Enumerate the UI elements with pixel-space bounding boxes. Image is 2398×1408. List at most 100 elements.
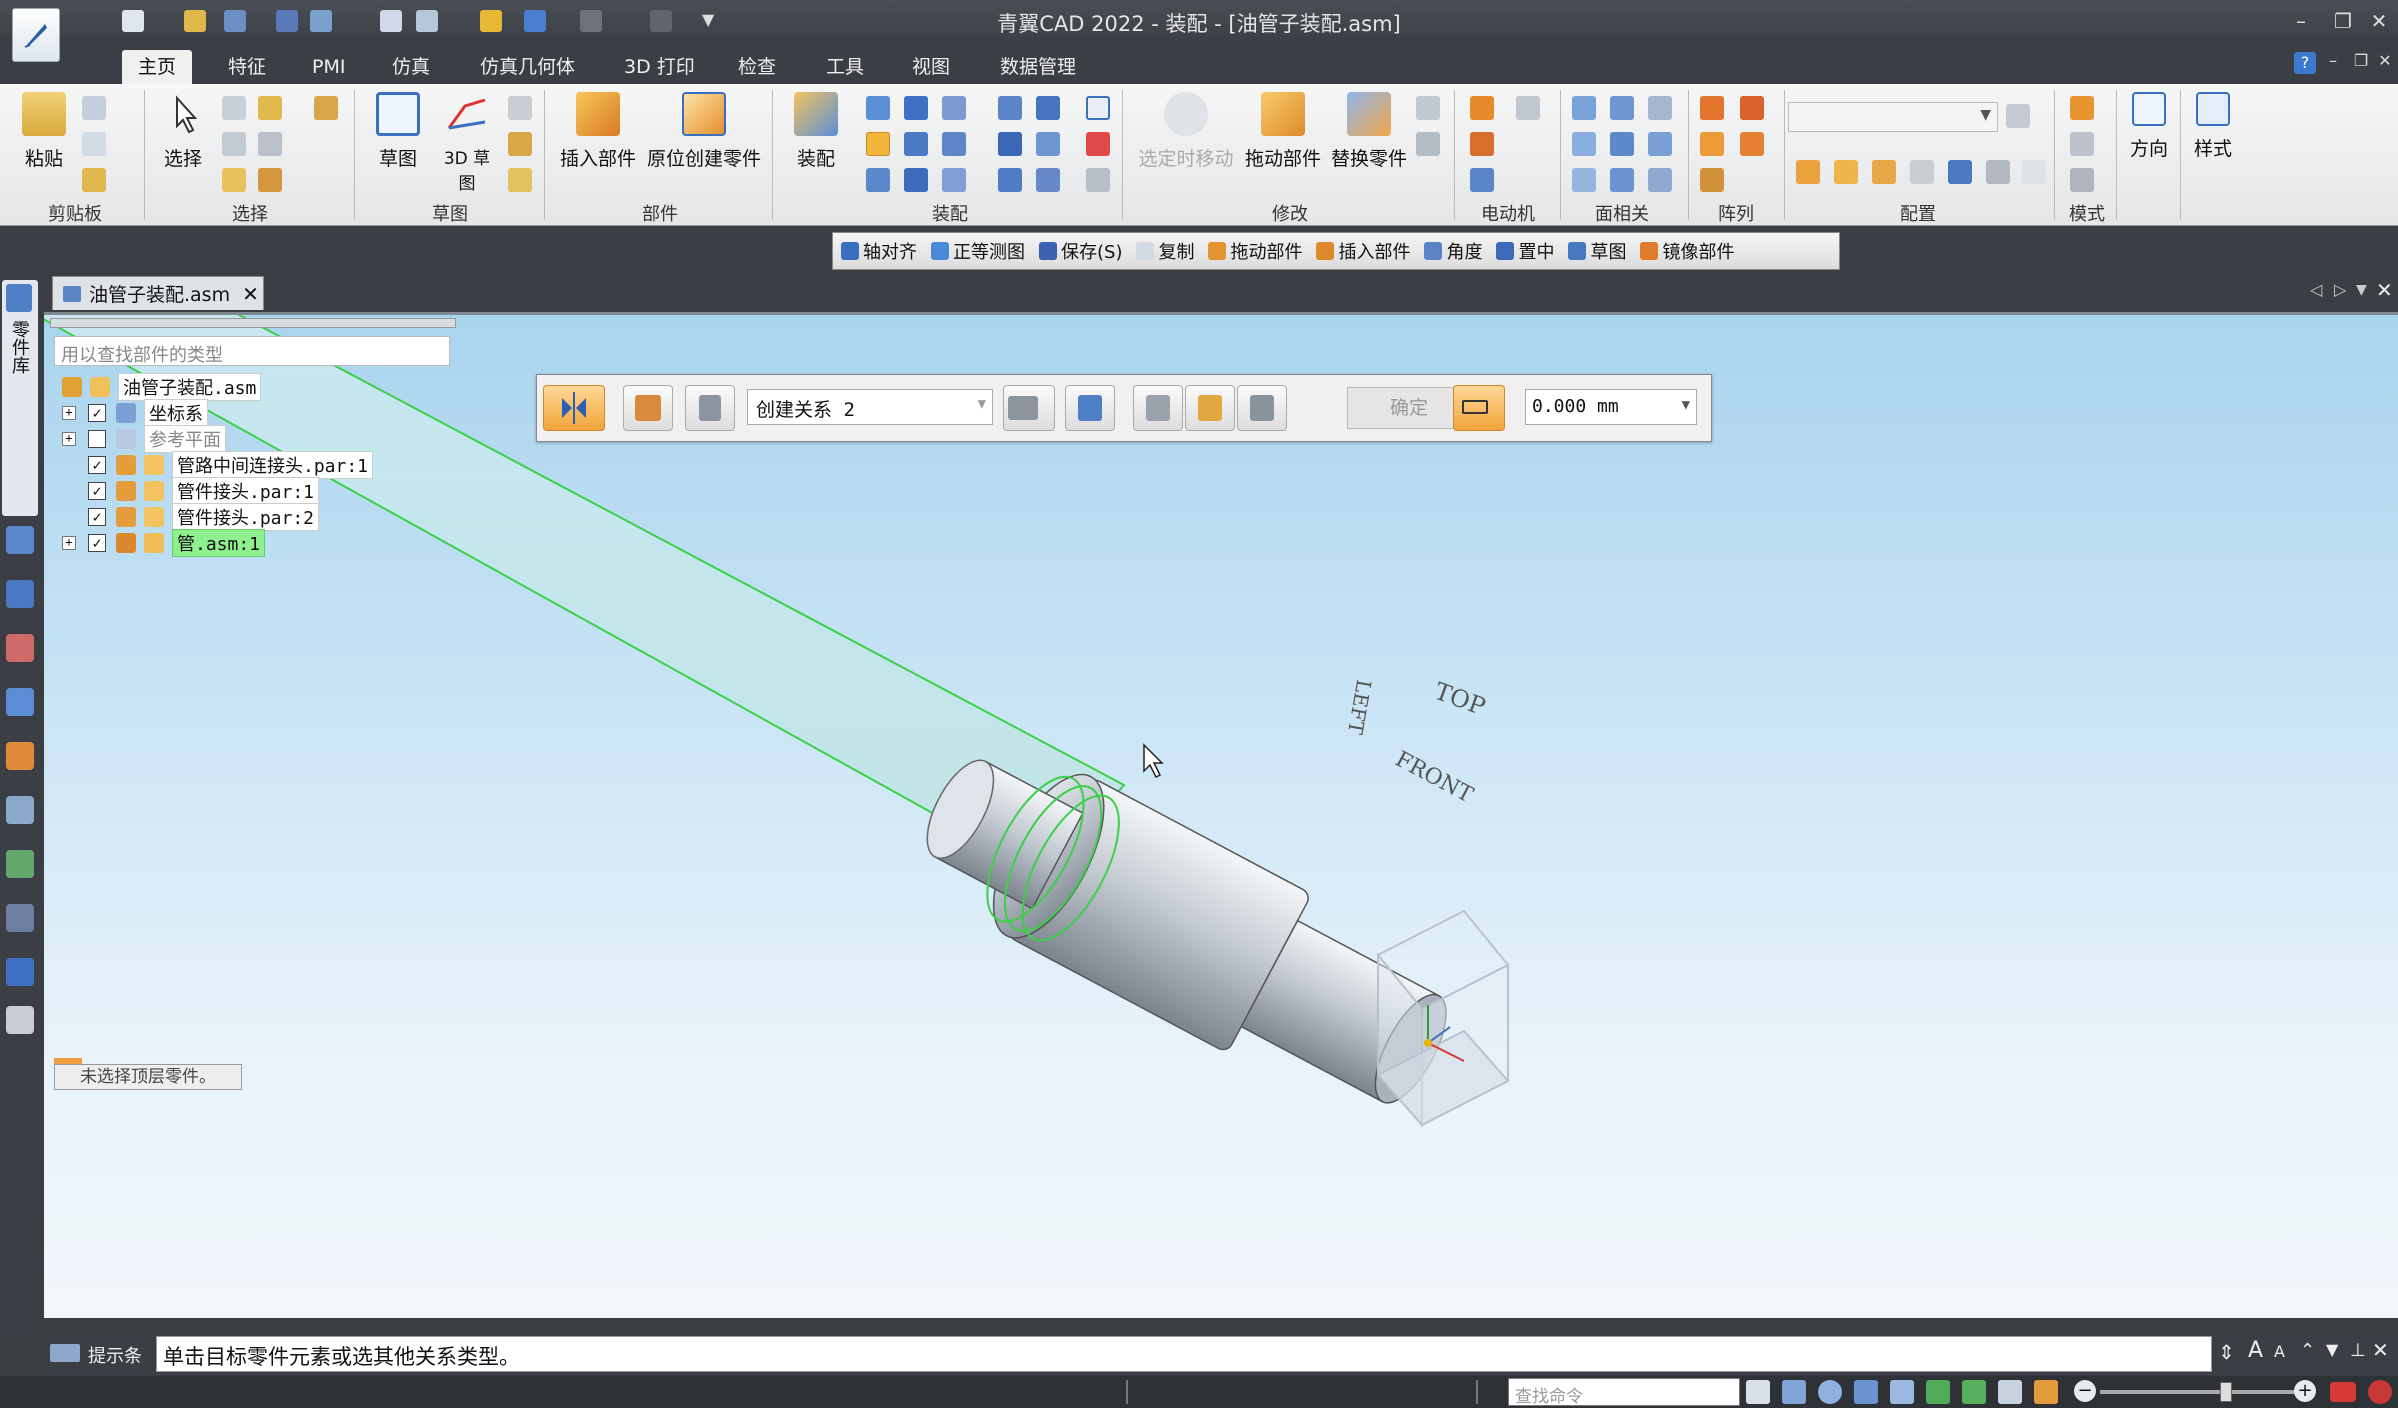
clipboard-icon[interactable]	[480, 10, 502, 32]
config-2-icon[interactable]	[1834, 160, 1858, 184]
restore-icon[interactable]: ❐	[2328, 6, 2358, 36]
face-5-icon[interactable]	[1610, 132, 1634, 156]
mate-icon[interactable]	[866, 96, 890, 120]
select-button[interactable]: 选择	[150, 92, 216, 192]
pin-panel-icon[interactable]: ⊥	[2350, 1340, 2366, 1361]
part-option-3-button[interactable]	[1237, 385, 1287, 431]
record-video-icon[interactable]	[2330, 1382, 2356, 1402]
expand-icon[interactable]: +	[62, 406, 76, 420]
app-logo[interactable]	[12, 8, 60, 62]
pattern-circular-icon[interactable]	[1740, 96, 1764, 120]
arrow-icon[interactable]	[1746, 1380, 1770, 1404]
distance-icon[interactable]	[1036, 96, 1060, 120]
step-select-button[interactable]	[623, 385, 673, 431]
tree-resize-handle[interactable]	[50, 318, 456, 328]
close-tab-icon[interactable]: ✕	[242, 282, 259, 306]
motor-2-icon[interactable]	[1516, 96, 1540, 120]
paste-button[interactable]: 粘贴	[14, 92, 74, 192]
modify-tool-2-icon[interactable]	[1416, 132, 1440, 156]
select-hide-icon[interactable]	[258, 168, 282, 192]
expand-icon[interactable]: +	[62, 536, 76, 550]
part-option-1-button[interactable]	[1133, 385, 1183, 431]
tab-tools[interactable]: 工具	[810, 50, 880, 84]
pattern-icon[interactable]	[1700, 96, 1724, 120]
help-icon[interactable]: ?	[2294, 52, 2316, 74]
angle-command[interactable]: 角度	[1424, 238, 1482, 264]
copy-icon[interactable]	[82, 132, 106, 156]
relation-list-button[interactable]	[1065, 385, 1115, 431]
pattern-3-icon[interactable]	[1740, 132, 1764, 156]
insert-icon[interactable]	[904, 132, 928, 156]
tab-inspect[interactable]: 检查	[722, 50, 792, 84]
format-painter-icon[interactable]	[82, 168, 106, 192]
sketch-button[interactable]: 草图	[362, 92, 434, 192]
part-option-2-button[interactable]	[1185, 385, 1235, 431]
create-in-place-button[interactable]: 原位创建零件	[644, 92, 764, 192]
comment-icon[interactable]	[6, 1006, 34, 1034]
config-7-icon[interactable]	[2022, 160, 2046, 184]
save-command[interactable]: 保存(S)	[1039, 238, 1122, 264]
properties-icon[interactable]	[380, 10, 402, 32]
camera-icon[interactable]	[1948, 160, 1972, 184]
center-icon[interactable]	[998, 168, 1022, 192]
face-3-icon[interactable]	[1648, 96, 1672, 120]
simulate-motor-icon[interactable]	[1470, 132, 1494, 156]
zoom-slider[interactable]	[2100, 1390, 2300, 1394]
cam-icon[interactable]	[866, 168, 890, 192]
tree-item-coordinate-system[interactable]: + ✓ 坐标系	[62, 399, 208, 427]
tab-simulation[interactable]: 仿真	[376, 50, 446, 84]
tab-view[interactable]: 视图	[896, 50, 966, 84]
flip-button[interactable]	[1003, 385, 1055, 431]
zoom-slider-thumb[interactable]	[2220, 1382, 2232, 1402]
doc-minimize-icon[interactable]: –	[2318, 46, 2348, 76]
select-tools-icon[interactable]	[314, 96, 338, 120]
sketch-command[interactable]: 草图	[1568, 238, 1626, 264]
config-6-icon[interactable]	[1986, 160, 2010, 184]
face-8-icon[interactable]	[1610, 168, 1634, 192]
insert-part-command[interactable]: 插入部件	[1316, 238, 1410, 264]
sketch-pen-icon[interactable]	[508, 168, 532, 192]
isometric-view-command[interactable]: 正等测图	[931, 238, 1025, 264]
drag-component-button[interactable]: 拖动部件	[1240, 92, 1326, 192]
tab-home[interactable]: 主页	[122, 50, 193, 84]
dots-icon[interactable]	[6, 904, 34, 932]
insert-part-button[interactable]: 插入部件	[554, 92, 642, 192]
config-4-icon[interactable]	[1910, 160, 1934, 184]
zoom-in-icon[interactable]: +	[2294, 1380, 2316, 1402]
relation-manager-icon[interactable]	[1086, 168, 1110, 192]
tab-sim-geometry[interactable]: 仿真几何体	[464, 50, 591, 84]
axial-align-active-icon[interactable]	[866, 132, 890, 156]
tab-pmi[interactable]: PMI	[296, 50, 361, 84]
config-select[interactable]: ▼	[1788, 102, 1998, 132]
motor-icon[interactable]	[1470, 96, 1494, 120]
rotate-icon[interactable]	[1926, 1380, 1950, 1404]
doc-close-icon[interactable]: ✕	[2370, 46, 2398, 76]
tab-list-icon[interactable]: ▼	[2356, 282, 2367, 298]
close-prompt-icon[interactable]: ✕	[2372, 1338, 2389, 1362]
save-all-icon[interactable]	[310, 10, 332, 32]
relation-helper-icon[interactable]	[1036, 168, 1060, 192]
wrench-icon[interactable]	[6, 796, 34, 824]
new-file-icon[interactable]	[122, 10, 144, 32]
tab-scroll-right-icon[interactable]: ▷	[2334, 280, 2346, 299]
stop-icon[interactable]	[2368, 1380, 2392, 1404]
tab-scroll-left-icon[interactable]: ◁	[2310, 280, 2322, 299]
select-filter-icon[interactable]	[222, 96, 246, 120]
mirror-part-command[interactable]: 镜像部件	[1640, 238, 1734, 264]
connect-icon[interactable]	[942, 132, 966, 156]
template-2-icon[interactable]	[2070, 132, 2094, 156]
tree-item-pipe-joint-2[interactable]: ✓ 管件接头.par:2	[88, 503, 320, 531]
replace-part-button[interactable]: 替换零件	[1326, 92, 1412, 192]
fit-icon[interactable]	[1854, 1380, 1878, 1404]
customize-icon[interactable]	[650, 10, 672, 32]
settings-icon[interactable]	[6, 958, 34, 986]
visibility-checkbox[interactable]: ✓	[88, 456, 106, 474]
select-box-icon[interactable]	[222, 132, 246, 156]
match-cs-icon[interactable]	[942, 168, 966, 192]
style-button[interactable]: 样式	[2188, 92, 2238, 192]
features-icon[interactable]	[6, 688, 34, 716]
select-parts-icon[interactable]	[258, 96, 282, 120]
tab-3d-print[interactable]: 3D 打印	[608, 50, 711, 84]
layout-icon[interactable]	[416, 10, 438, 32]
visibility-checkbox[interactable]: ✓	[88, 534, 106, 552]
